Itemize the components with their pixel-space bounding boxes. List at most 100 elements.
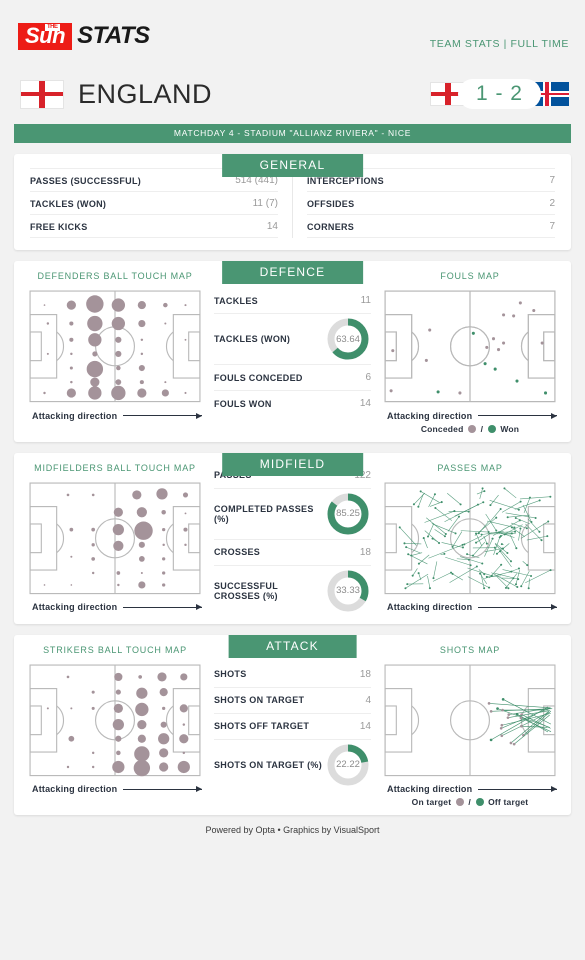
fouls-legend: Conceded / Won (383, 424, 557, 434)
table-row: CROSSES 18 (214, 540, 371, 566)
stat-label: CORNERS (307, 221, 355, 232)
legend-conceded-label: Conceded (420, 423, 464, 434)
general-left-column: PASSES (SUCCESSFUL) 514 (441) TACKLES (W… (30, 168, 293, 238)
fouls-map-panel: FOULS MAP Attacking direction Conceded /… (377, 271, 563, 434)
midfield-card: MIDFIELDERS BALL TOUCH MAP Attacking dir… (14, 452, 571, 624)
table-row: SHOTS 18 (214, 662, 371, 688)
section-title-general: GENERAL (221, 154, 364, 177)
legend-separator: / (480, 423, 484, 434)
donut-chart: 85.25 (325, 491, 371, 537)
attack-card: STRIKERS BALL TOUCH MAP Attacking direct… (14, 634, 571, 816)
midfielders-touch-map-panel: MIDFIELDERS BALL TOUCH MAP Attacking dir… (22, 463, 208, 616)
infographic-page: Sun THE STATS TEAM STATS | FULL TIME ENG… (0, 0, 585, 960)
stat-label: INTERCEPTIONS (307, 175, 384, 186)
pitch-graphic (383, 289, 557, 404)
stat-label: SHOTS ON TARGET (%) (214, 759, 323, 770)
stat-value: 4 (365, 694, 371, 706)
sun-stats-logo: Sun THE STATS (18, 22, 150, 50)
shots-map-panel: SHOTS MAP Attacking direction On target … (377, 645, 563, 808)
section-midfield: MIDFIELD MIDFIELDERS BALL TOUCH MAP Atta… (14, 452, 571, 624)
stat-label: FOULS WON (214, 398, 272, 409)
stat-label: SUCCESSFUL CROSSES (%) (214, 580, 278, 601)
table-row: SHOTS ON TARGET (%) 22.22 (214, 740, 371, 790)
donut-chart: 33.33 (325, 568, 371, 614)
map-title: DEFENDERS BALL TOUCH MAP (37, 271, 193, 281)
table-row: TACKLES (WON) 63.64 (214, 314, 371, 366)
attacking-direction-label: Attacking direction (28, 411, 202, 421)
midfielders-ball-touch-chart (29, 482, 201, 594)
the-badge: THE (45, 23, 60, 31)
general-right-column: INTERCEPTIONS 7 OFFSIDES 2 CORNERS 7 (293, 168, 555, 238)
map-title: PASSES MAP (437, 462, 503, 473)
sun-logo: Sun THE (18, 22, 73, 50)
stat-value: 14 (359, 398, 371, 410)
donut-chart: 63.64 (325, 316, 371, 362)
table-row: FREE KICKS 14 (30, 215, 278, 238)
stat-label: SHOTS OFF TARGET (214, 721, 310, 732)
attacking-direction-text: Attacking direction (32, 410, 118, 421)
stat-label: COMPLETED PASSES (%) (214, 503, 314, 524)
attacking-direction-label: Attacking direction (383, 784, 557, 794)
legend-won-label: Won (500, 423, 520, 434)
pitch-graphic (28, 663, 202, 778)
section-general: GENERAL PASSES (SUCCESSFUL) 514 (441) TA… (14, 154, 571, 250)
stat-label: TACKLES (214, 295, 258, 306)
footer-credits: Powered by Opta • Graphics by VisualSpor… (205, 825, 380, 836)
donut-value: 22.22 (336, 759, 360, 771)
legend-separator: / (468, 797, 471, 808)
legend-on-target-label: On target (411, 797, 452, 808)
attacking-direction-label: Attacking direction (28, 784, 202, 794)
section-defence: DEFENCE DEFENDERS BALL TOUCH MAP Attacki… (14, 261, 571, 442)
donut-chart: 22.22 (325, 742, 371, 788)
arrow-icon (478, 412, 557, 419)
stat-value: 7 (549, 175, 555, 186)
matchday-band: MATCHDAY 4 - STADIUM "ALLIANZ RIVIERA" -… (14, 124, 571, 143)
scoreboard: 1 - 2 (429, 79, 569, 109)
donut-value: 63.64 (336, 333, 360, 345)
attacking-direction-label: Attacking direction (383, 602, 557, 612)
arrow-icon (478, 604, 557, 611)
attacking-direction-text: Attacking direction (387, 784, 473, 795)
pitch-graphic (28, 289, 202, 404)
defenders-touch-map-panel: DEFENDERS BALL TOUCH MAP Attacking direc… (22, 271, 208, 434)
section-title-midfield: MIDFIELD (221, 452, 364, 476)
on-target-swatch-icon (455, 798, 464, 807)
donut-value: 33.33 (336, 585, 360, 597)
stat-label: TACKLES (WON) (214, 334, 291, 345)
pitch-graphic (28, 481, 202, 596)
map-title: MIDFIELDERS BALL TOUCH MAP (34, 462, 196, 473)
pitch-graphic (383, 663, 557, 778)
team-score-row: ENGLAND 1 - 2 (0, 70, 585, 118)
stat-label: FREE KICKS (30, 221, 88, 232)
section-title-defence: DEFENCE (221, 261, 364, 284)
fouls-map-chart (384, 290, 556, 403)
stat-value: 18 (359, 546, 371, 558)
attacking-direction-label: Attacking direction (383, 411, 557, 421)
score-value: 1 - 2 (457, 79, 541, 109)
stat-label: OFFSIDES (307, 198, 355, 209)
table-row: OFFSIDES 2 (307, 192, 555, 215)
arrow-icon (478, 786, 557, 793)
shots-map-chart (384, 664, 556, 776)
stat-value: 14 (359, 720, 371, 732)
off-target-swatch-icon (475, 798, 484, 807)
attacking-direction-text: Attacking direction (387, 410, 473, 421)
section-title-attack: ATTACK (228, 634, 357, 658)
stat-label: SHOTS ON TARGET (214, 695, 305, 706)
midfield-stats-list: PASSES 122 COMPLETED PASSES (%) 85.25 (208, 463, 377, 616)
attacking-direction-label: Attacking direction (28, 602, 202, 612)
attacking-direction-text: Attacking direction (32, 784, 118, 795)
top-bar: Sun THE STATS TEAM STATS | FULL TIME (0, 0, 585, 70)
stat-label: PASSES (SUCCESSFUL) (30, 175, 142, 186)
table-row: CORNERS 7 (307, 215, 555, 238)
table-row: FOULS WON 14 (214, 391, 371, 416)
attacking-direction-text: Attacking direction (32, 602, 118, 613)
stat-label: FOULS CONCEDED (214, 372, 303, 383)
passes-map-chart (384, 482, 556, 594)
defence-card: DEFENDERS BALL TOUCH MAP Attacking direc… (14, 261, 571, 442)
stat-label: SHOTS (214, 669, 247, 680)
pitch-graphic (383, 481, 557, 596)
arrow-icon (123, 604, 202, 611)
legend-off-target-label: Off target (488, 797, 529, 808)
team-stats-fulltime-label: TEAM STATS | FULL TIME (429, 38, 569, 50)
